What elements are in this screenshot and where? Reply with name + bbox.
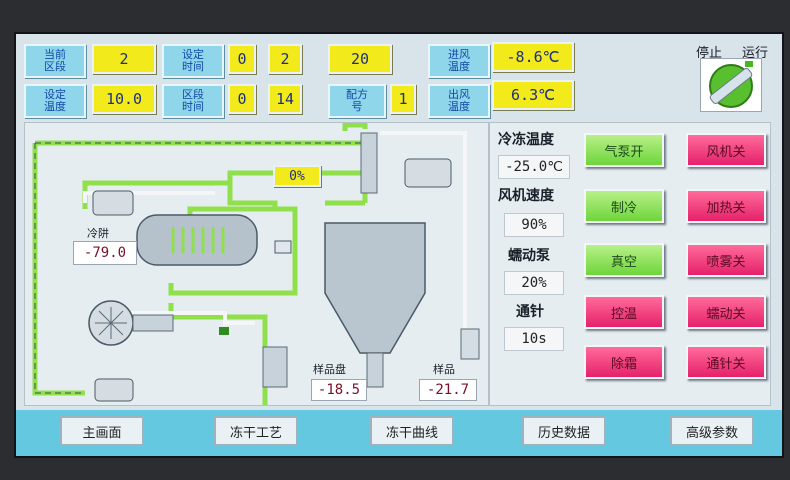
vacuum-button[interactable]: 真空: [584, 243, 664, 277]
stage-time-label: 区段 时间: [162, 84, 224, 118]
fan-speed-value[interactable]: 90%: [504, 213, 564, 237]
condenser-label: 冷阱: [87, 227, 109, 240]
freeze-temp-value: -25.0℃: [498, 155, 570, 179]
defrost-button[interactable]: 除霜: [584, 345, 664, 379]
air-pump-button[interactable]: 气泵开: [584, 133, 664, 167]
process-diagram-panel: 0% 冷阱 -79.0 样品盘 -18.5 样品 -21.7: [24, 122, 489, 406]
set-time-label: 设定 时间: [162, 44, 224, 78]
nav-process-button[interactable]: 冻干工艺: [214, 416, 298, 446]
outlet-temp-label: 出风 温度: [428, 84, 490, 118]
nav-history-button[interactable]: 历史数据: [522, 416, 606, 446]
sample-tray-label: 样品盘: [313, 363, 346, 376]
current-stage-value[interactable]: 2: [92, 44, 156, 74]
valve-percent-value: 0%: [273, 165, 321, 187]
peristaltic-value[interactable]: 20%: [504, 271, 564, 295]
toggle-switch-icon: [709, 61, 753, 108]
heating-button[interactable]: 加热关: [686, 189, 766, 223]
nav-main-button[interactable]: 主画面: [60, 416, 144, 446]
set-time-hours[interactable]: 0: [228, 44, 256, 74]
hmi-screen: 当前 区段 2 设定 时间 0 2 20 进风 温度 -8.6℃ 设定 温度 1…: [14, 32, 784, 458]
needle-button[interactable]: 通针关: [686, 345, 766, 379]
nav-advanced-button[interactable]: 高级参数: [670, 416, 754, 446]
sample-label: 样品: [433, 363, 455, 376]
inlet-temp-value: -8.6℃: [492, 42, 574, 72]
set-temp-value[interactable]: 10.0: [92, 84, 156, 114]
condenser-temp-value: -79.0: [73, 241, 137, 265]
set-time-seconds[interactable]: 20: [328, 44, 392, 74]
sample-temp-value: -21.7: [419, 379, 477, 401]
stage-time-hours: 0: [228, 84, 256, 114]
refrigeration-button[interactable]: 制冷: [584, 189, 664, 223]
inlet-temp-label: 进风 温度: [428, 44, 490, 78]
needle-label: 通针: [516, 304, 544, 320]
sample-tray-temp-value: -18.5: [311, 379, 367, 401]
needle-value[interactable]: 10s: [504, 327, 564, 351]
recipe-value[interactable]: 1: [390, 84, 416, 114]
stage-time-minutes: 14: [268, 84, 302, 114]
peristaltic-label: 蠕动泵: [508, 248, 550, 264]
freeze-temp-label: 冷冻温度: [498, 132, 554, 148]
nav-curve-button[interactable]: 冻干曲线: [370, 416, 454, 446]
temp-control-button[interactable]: 控温: [584, 295, 664, 329]
fan-speed-label: 风机速度: [498, 188, 554, 204]
spray-button[interactable]: 喷雾关: [686, 243, 766, 277]
set-temp-label: 设定 温度: [24, 84, 86, 118]
control-panel: 冷冻温度 -25.0℃ 风机速度 90% 蠕动泵 20% 通针 10s 气泵开 …: [489, 122, 771, 406]
recipe-label: 配方 号: [328, 84, 386, 118]
peristaltic-button[interactable]: 蠕动关: [686, 295, 766, 329]
set-time-minutes[interactable]: 2: [268, 44, 302, 74]
run-toggle-switch[interactable]: [700, 58, 762, 112]
current-stage-label: 当前 区段: [24, 44, 86, 78]
outlet-temp-value: 6.3℃: [492, 80, 574, 110]
fan-button[interactable]: 风机关: [686, 133, 766, 167]
